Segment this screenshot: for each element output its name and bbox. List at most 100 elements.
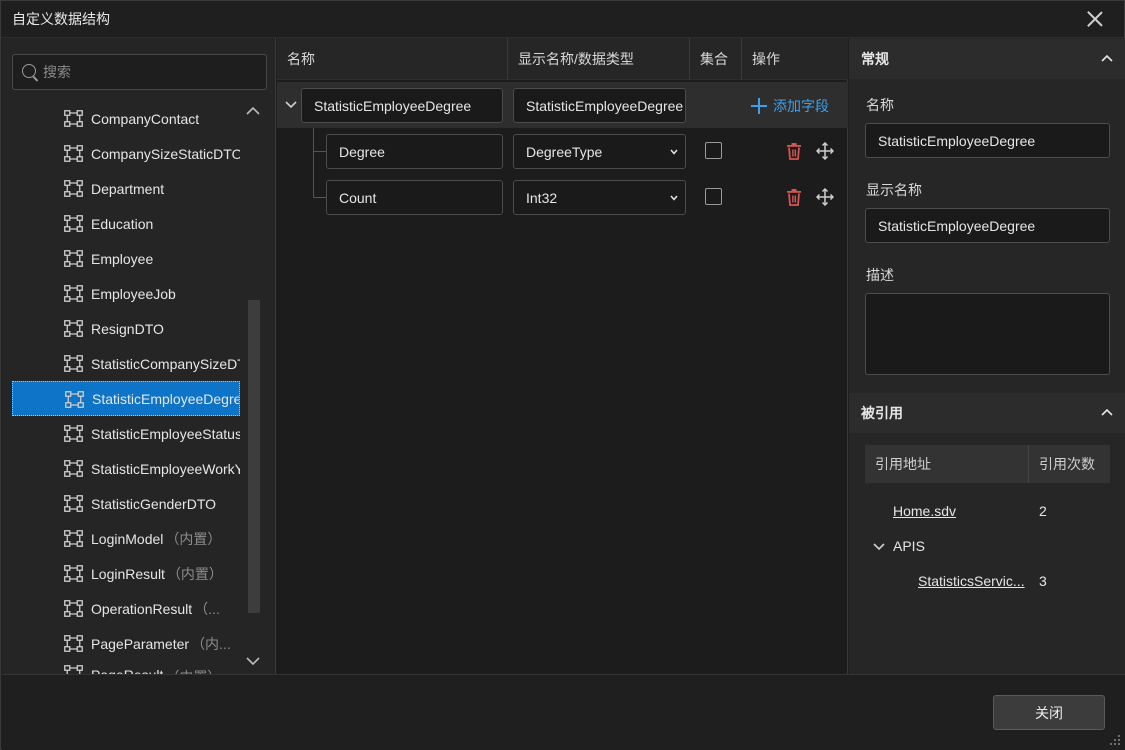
close-button[interactable]: 关闭	[993, 695, 1105, 730]
dialog-footer: 关闭	[2, 674, 1125, 750]
ref-count-value: 3	[1039, 573, 1047, 589]
builtin-suffix: （内置）	[166, 565, 223, 582]
grid-header: 名称 显示名称/数据类型 集合 操作	[277, 38, 848, 80]
structure-list-item[interactable]: EmployeeJob	[12, 276, 240, 311]
structure-icon	[64, 495, 83, 512]
field-name-input[interactable]: Degree	[326, 134, 503, 169]
display-name-label: 显示名称	[866, 182, 922, 198]
parent-name-field[interactable]: StatisticEmployeeDegree	[301, 88, 503, 123]
ref-address-column-header: 引用地址	[875, 456, 931, 472]
structure-list-item[interactable]: PageResult（内置）	[12, 661, 240, 674]
collection-checkbox[interactable]	[705, 188, 722, 205]
column-name-header: 名称	[287, 51, 315, 67]
structure-list-item-label: StatisticCompanySizeDTO	[91, 355, 240, 372]
structure-list-item[interactable]: StatisticEmployeeDegree	[12, 381, 240, 416]
add-field-button[interactable]: 添加字段	[751, 96, 829, 116]
structure-list-item[interactable]: Education	[12, 206, 240, 241]
ref-count-value: 2	[1039, 503, 1047, 519]
plus-icon	[751, 98, 767, 114]
structure-list-item-label: PageParameter	[91, 635, 190, 652]
references-table-header: 引用地址 引用次数	[865, 445, 1110, 483]
structure-list-item-label: Education	[91, 215, 154, 232]
ref-address-link[interactable]: StatisticsServic...	[918, 573, 1025, 589]
structure-list-item-label: LoginResult	[91, 565, 165, 582]
structure-list-item-label: LoginModel	[91, 530, 164, 547]
structure-icon	[64, 665, 83, 674]
structure-list-item[interactable]: OperationResult （...	[12, 591, 240, 626]
display-name-input[interactable]: StatisticEmployeeDegree	[865, 208, 1110, 243]
general-section-header[interactable]: 常规	[849, 39, 1125, 79]
collection-checkbox[interactable]	[705, 142, 722, 159]
structure-list-item[interactable]: PageParameter （内...	[12, 626, 240, 661]
tree-connector	[313, 151, 326, 152]
structure-icon	[64, 180, 83, 197]
list-scrollbar-thumb[interactable]	[248, 300, 260, 613]
custom-data-structure-dialog: 自定义数据结构 搜索 CompanyContact CompanySizeStat…	[0, 0, 1125, 750]
delete-icon[interactable]	[785, 142, 803, 160]
chevron-down-icon[interactable]	[285, 100, 297, 110]
chevron-up-icon[interactable]	[1101, 54, 1113, 62]
structure-list-item-label: CompanySizeStaticDTO	[91, 145, 240, 162]
structure-list-item-label: StatisticEmployeeDegree	[92, 390, 239, 407]
structure-icon	[65, 391, 84, 408]
chevron-up-icon[interactable]	[1101, 408, 1113, 416]
structure-icon	[64, 285, 83, 302]
structure-list-item[interactable]: CompanySizeStaticDTO	[12, 136, 240, 171]
structure-tree: CompanyContact CompanySizeStaticDTO Depart…	[12, 101, 240, 674]
name-input[interactable]: StatisticEmployeeDegree	[865, 123, 1110, 158]
parent-display-name-field[interactable]: StatisticEmployeeDegree	[513, 88, 686, 123]
structure-list-item[interactable]: LoginResult （内置）	[12, 556, 240, 591]
move-icon[interactable]	[816, 188, 834, 206]
description-label: 描述	[866, 267, 894, 283]
structure-list-item[interactable]: StatisticCompanySizeDTO	[12, 346, 240, 381]
field-type-value: DegreeType	[526, 143, 603, 160]
ref-address-link[interactable]: Home.sdv	[893, 503, 956, 519]
chevron-down-icon	[670, 195, 678, 201]
resize-grip-icon[interactable]	[1109, 734, 1121, 746]
add-field-label: 添加字段	[773, 98, 829, 114]
column-display-type-header: 显示名称/数据类型	[518, 51, 634, 67]
references-section-header[interactable]: 被引用	[849, 393, 1125, 433]
structure-icon	[64, 110, 83, 127]
title-bar: 自定义数据结构	[1, 1, 1124, 38]
properties-panel: 常规 名称 StatisticEmployeeDegree 显示名称 Stati…	[849, 38, 1125, 674]
structure-icon	[64, 565, 83, 582]
move-icon[interactable]	[816, 142, 834, 160]
scroll-up-icon[interactable]	[246, 106, 260, 116]
structure-list-item[interactable]: Department	[12, 171, 240, 206]
references-section-title: 被引用	[861, 405, 903, 421]
description-textarea[interactable]	[865, 293, 1110, 375]
tree-connector	[313, 128, 314, 197]
structure-icon	[64, 600, 83, 617]
structure-list-item[interactable]: CompanyContact	[12, 101, 240, 136]
search-placeholder: 搜索	[43, 64, 71, 80]
scroll-down-icon[interactable]	[246, 656, 260, 666]
tree-connector	[313, 197, 326, 198]
structure-icon	[64, 460, 83, 477]
structure-list-item[interactable]: ResignDTO	[12, 311, 240, 346]
structure-list-item[interactable]: LoginModel （内置）	[12, 521, 240, 556]
structure-list-item[interactable]: StatisticGenderDTO	[12, 486, 240, 521]
structure-list-item-label: EmployeeJob	[91, 285, 176, 302]
builtin-suffix: （内...	[191, 635, 231, 652]
close-icon[interactable]	[1086, 10, 1104, 28]
search-input[interactable]: 搜索	[12, 54, 267, 90]
chevron-down-icon	[670, 149, 678, 155]
structure-list-item-label: ResignDTO	[91, 320, 164, 337]
search-icon	[22, 64, 36, 78]
window-title: 自定义数据结构	[12, 11, 110, 27]
structure-icon	[64, 215, 83, 232]
delete-icon[interactable]	[785, 188, 803, 206]
column-actions-header: 操作	[752, 51, 780, 67]
structure-list-item-label: PageResult	[91, 667, 163, 674]
field-type-select[interactable]: DegreeType	[513, 134, 686, 169]
field-type-select[interactable]: Int32	[513, 180, 686, 215]
structure-list-item[interactable]: StatisticEmployeeStatusDTO	[12, 416, 240, 451]
structure-icon	[64, 355, 83, 372]
field-name-input[interactable]: Count	[326, 180, 503, 215]
chevron-down-icon[interactable]	[873, 542, 885, 552]
structure-list-item[interactable]: Employee	[12, 241, 240, 276]
structure-list-item[interactable]: StatisticEmployeeWorkYearDTO	[12, 451, 240, 486]
ref-folder-label: APIS	[893, 538, 925, 554]
structure-list-item-label: StatisticGenderDTO	[91, 495, 217, 512]
